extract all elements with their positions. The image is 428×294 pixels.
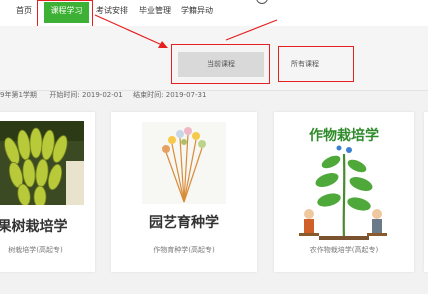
- nav-item-graduation[interactable]: 毕业管理: [139, 5, 171, 16]
- bottom-area: [0, 278, 428, 294]
- right-figure: [367, 209, 387, 236]
- course-card-partial: [424, 112, 428, 272]
- course-title: 果树栽培学: [0, 219, 68, 235]
- left-figure: [299, 209, 319, 236]
- term-start-date: 2019-02-01: [81, 91, 123, 99]
- nav-item-exam-schedule[interactable]: 考试安排: [96, 5, 128, 16]
- nav-item-status-change[interactable]: 学籍异动: [181, 5, 213, 16]
- flower-image: [142, 122, 226, 204]
- term-end-label: 结束时间:: [133, 91, 164, 99]
- term-name: 9年第1学期: [0, 91, 37, 99]
- plant-illustration: [299, 145, 387, 240]
- course-card-horticulture[interactable]: 园艺育种学 作物育种学(高起专): [111, 112, 257, 272]
- course-image-title: 作物栽培学: [309, 128, 379, 144]
- term-info: 9年第1学期 开始时间: 2019-02-01 结束时间: 2019-07-31: [0, 90, 206, 100]
- course-title: 园艺育种学: [149, 215, 219, 231]
- course-subtitle: 农作物栽培学(高起专): [309, 246, 379, 254]
- highlight-box-all: [278, 46, 354, 82]
- course-card-fruit-trees[interactable]: 果树栽培学 树栽培学(高起专): [0, 112, 95, 272]
- nav-item-home[interactable]: 首页: [16, 5, 32, 16]
- course-subtitle: 作物育种学(高起专): [153, 246, 215, 254]
- course-card-crop-cultivation[interactable]: 作物栽培学 农作物栽培学(高起专): [274, 112, 414, 272]
- highlight-box-nav: [37, 0, 93, 27]
- term-end-date: 2019-07-31: [165, 91, 207, 99]
- term-start-label: 开始时间:: [49, 91, 80, 99]
- highlight-box-current: [171, 44, 270, 84]
- cursor-circle-icon: [256, 0, 268, 4]
- banana-image: [0, 121, 84, 205]
- course-subtitle: 树栽培学(高起专): [8, 246, 63, 254]
